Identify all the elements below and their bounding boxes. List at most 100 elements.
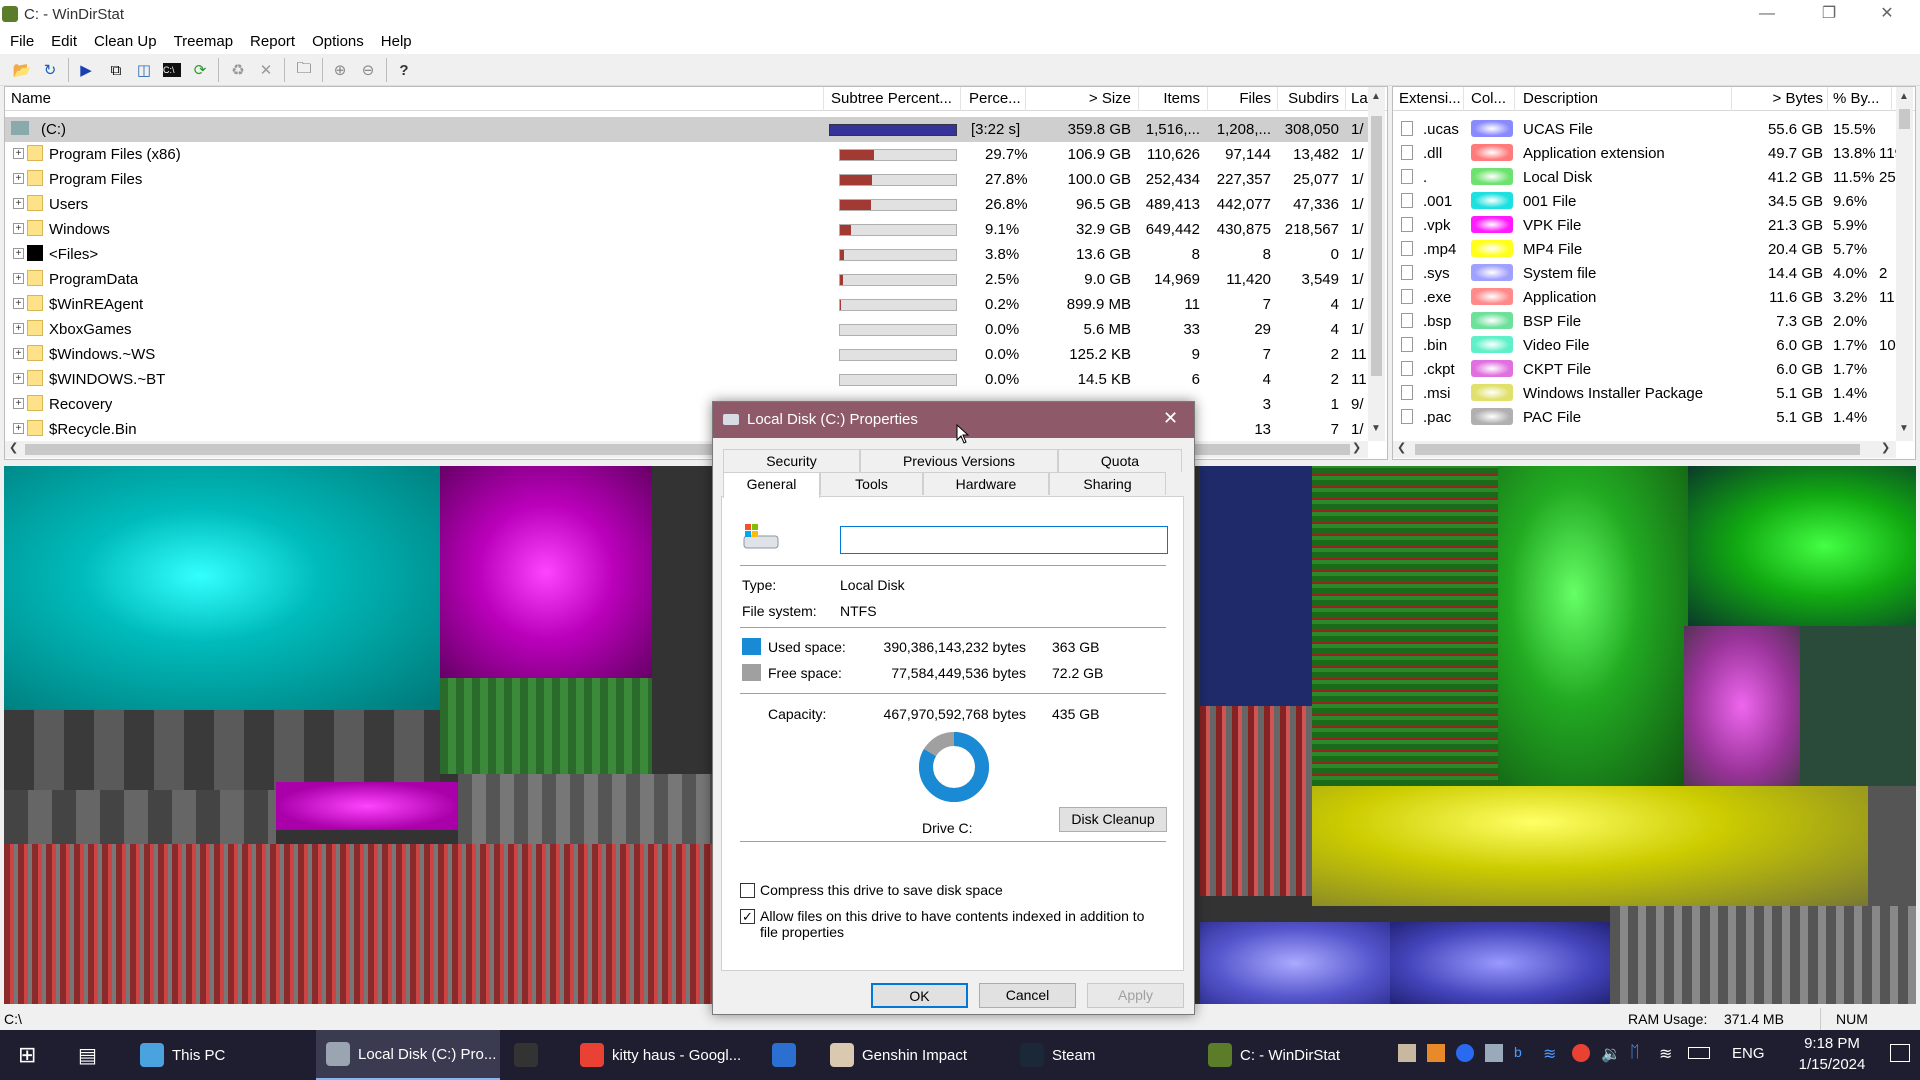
tab-previous-versions[interactable]: Previous Versions: [860, 449, 1058, 472]
tab-hardware[interactable]: Hardware: [923, 472, 1049, 495]
menu-options[interactable]: Options: [302, 30, 371, 50]
dialog-close-button[interactable]: ✕: [1163, 408, 1178, 429]
col-name[interactable]: Name: [11, 90, 51, 107]
notification-icon[interactable]: [1890, 1044, 1910, 1062]
tree-row[interactable]: + <Files> 3.8% 13.6 GB 8 8 0 1/: [5, 242, 1368, 267]
tree-row[interactable]: + $WINDOWS.~BT 0.0% 14.5 KB 6 4 2 11: [5, 367, 1368, 392]
index-checkbox[interactable]: ✓: [740, 909, 755, 924]
treemap-block[interactable]: [1684, 626, 1800, 786]
taskbar-item[interactable]: [762, 1030, 814, 1080]
tree-row[interactable]: + ProgramData 2.5% 9.0 GB 14,969 11,420 3,549 1…: [5, 267, 1368, 292]
tree-row[interactable]: + XboxGames 0.0% 5.6 MB 33 29 4 1/: [5, 317, 1368, 342]
cmd-icon[interactable]: C:\: [160, 58, 184, 82]
col-bytes[interactable]: > Bytes: [1731, 90, 1823, 107]
ext-horizontal-scrollbar[interactable]: ❮ ❯: [1393, 441, 1896, 458]
col-description[interactable]: Description: [1523, 90, 1598, 107]
taskbar-item[interactable]: This PC: [130, 1030, 310, 1080]
help-icon[interactable]: ?: [392, 58, 416, 82]
extension-row[interactable]: . Local Disk 41.2 GB 11.5% 250: [1393, 165, 1904, 190]
expand-icon[interactable]: +: [13, 423, 24, 434]
battery-icon[interactable]: [1688, 1047, 1710, 1059]
disk-cleanup-button[interactable]: Disk Cleanup: [1059, 807, 1167, 832]
scroll-right-icon[interactable]: ❯: [1881, 441, 1890, 454]
tray-app-icon[interactable]: [1398, 1044, 1416, 1062]
treemap-block[interactable]: [440, 678, 652, 774]
network-tray-icon[interactable]: ≋: [1543, 1044, 1561, 1063]
start-button[interactable]: ⊞: [0, 1030, 58, 1080]
new-folder-icon[interactable]: 🗀: [292, 58, 316, 82]
zoom-in-icon[interactable]: ⊕: [328, 58, 352, 82]
treemap-block[interactable]: [1390, 922, 1610, 1004]
tree-row[interactable]: + Users 26.8% 96.5 GB 489,413 442,077 47,336 1/: [5, 192, 1368, 217]
clock-time[interactable]: 9:18 PM: [1784, 1035, 1880, 1052]
language-indicator[interactable]: ENG: [1732, 1045, 1765, 1062]
scroll-right-icon[interactable]: ❯: [1352, 441, 1361, 454]
menu-help[interactable]: Help: [371, 30, 419, 50]
treemap-block[interactable]: [458, 774, 712, 850]
explorer-icon[interactable]: ◫: [132, 58, 156, 82]
treemap-block[interactable]: [4, 844, 712, 1004]
expand-icon[interactable]: +: [13, 348, 24, 359]
tab-sharing[interactable]: Sharing: [1049, 472, 1166, 495]
extension-row[interactable]: .exe Application 11.6 GB 3.2% 11: [1393, 285, 1896, 310]
extension-row[interactable]: .dll Application extension 49.7 GB 13.8% 119: [1393, 141, 1903, 166]
ext-scroll-thumb[interactable]: [1899, 109, 1910, 129]
expand-icon[interactable]: +: [13, 373, 24, 384]
steam-tray-icon[interactable]: [1485, 1044, 1503, 1062]
cancel-button[interactable]: Cancel: [979, 983, 1076, 1008]
expand-icon[interactable]: +: [13, 173, 24, 184]
treemap-block[interactable]: [4, 710, 440, 790]
menu-file[interactable]: File: [0, 30, 41, 50]
treemap-block[interactable]: [1200, 922, 1390, 1004]
tray-app-icon[interactable]: [1456, 1044, 1474, 1062]
refresh-selected-icon[interactable]: ⟳: [188, 58, 212, 82]
col-extension[interactable]: Extensi...: [1399, 90, 1461, 107]
refresh-icon[interactable]: ↻: [38, 58, 62, 82]
tree-row[interactable]: + $WinREAgent 0.2% 899.9 MB 11 7 4 1/: [5, 292, 1368, 317]
scroll-down-icon[interactable]: ▼: [1899, 423, 1909, 434]
copy-icon[interactable]: ⧉: [104, 58, 128, 82]
extension-row[interactable]: .msi Windows Installer Package 5.1 GB 1.4%: [1393, 381, 1896, 406]
treemap-block[interactable]: [1610, 906, 1916, 1004]
maximize-button[interactable]: ❐: [1800, 0, 1858, 30]
tab-security[interactable]: Security: [723, 449, 860, 472]
col-percent[interactable]: Perce...: [969, 90, 1021, 107]
play-icon[interactable]: ▶: [74, 58, 98, 82]
zoom-out-icon[interactable]: ⊖: [356, 58, 380, 82]
tree-row[interactable]: + Program Files (x86) 29.7% 106.9 GB 110,626…: [5, 142, 1368, 167]
bluetooth-icon[interactable]: ᛖ: [1630, 1044, 1648, 1062]
tab-tools[interactable]: Tools: [820, 472, 923, 495]
treemap-block[interactable]: [1800, 626, 1916, 786]
ext-hscroll-thumb[interactable]: [1415, 444, 1860, 455]
tree-vertical-scrollbar[interactable]: ▲ ▼: [1368, 87, 1385, 441]
col-subdirs[interactable]: Subdirs: [1277, 90, 1339, 107]
col-items[interactable]: Items: [1138, 90, 1200, 107]
extension-row[interactable]: .mp4 MP4 File 20.4 GB 5.7%: [1393, 237, 1896, 262]
treemap-block[interactable]: [1868, 786, 1916, 906]
tree-scroll-thumb[interactable]: [1371, 116, 1382, 376]
col-percent-bytes[interactable]: % By...: [1833, 90, 1879, 107]
treemap-block[interactable]: [1200, 466, 1312, 706]
extension-row[interactable]: .001 001 File 34.5 GB 9.6%: [1393, 189, 1896, 214]
expand-icon[interactable]: +: [13, 248, 24, 259]
expand-icon[interactable]: +: [13, 148, 24, 159]
extension-row[interactable]: .vpk VPK File 21.3 GB 5.9%: [1393, 213, 1896, 238]
tree-row[interactable]: + Windows 9.1% 32.9 GB 649,442 430,875 218,567…: [5, 217, 1368, 242]
extension-row[interactable]: .bin Video File 6.0 GB 1.7% 10: [1393, 333, 1896, 358]
recycle-icon[interactable]: ♻: [226, 58, 250, 82]
tree-row[interactable]: + Program Files 27.8% 100.0 GB 252,434 227,35…: [5, 167, 1368, 192]
menu-edit[interactable]: Edit: [41, 30, 84, 50]
wifi-icon[interactable]: ≋: [1659, 1044, 1677, 1063]
menu-clean-up[interactable]: Clean Up: [84, 30, 164, 50]
tree-row[interactable]: + $Windows.~WS 0.0% 125.2 KB 9 7 2 11: [5, 342, 1368, 367]
taskbar-item[interactable]: Genshin Impact: [820, 1030, 1006, 1080]
treemap-block[interactable]: [4, 790, 276, 844]
treemap-block[interactable]: [440, 466, 652, 678]
extension-row[interactable]: .ckpt CKPT File 6.0 GB 1.7%: [1393, 357, 1896, 382]
taskbar-item[interactable]: Local Disk (C:) Pro...: [316, 1030, 500, 1080]
scroll-left-icon[interactable]: ❮: [1397, 441, 1406, 454]
chrome-tray-icon[interactable]: [1572, 1044, 1590, 1062]
expand-icon[interactable]: +: [13, 398, 24, 409]
minimize-button[interactable]: —: [1738, 0, 1796, 30]
tray-app-icon[interactable]: [1427, 1044, 1445, 1062]
